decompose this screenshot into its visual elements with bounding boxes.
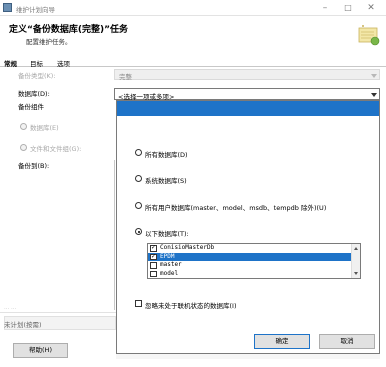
ok-button[interactable]: 确定 [254,334,310,349]
file-component-label: 文件和文件组(G): [30,145,82,153]
database-label: 数据库(D): [18,90,50,98]
page-title: 定义“备份数据库(完整)”任务 [9,25,129,35]
database-selection-dropdown: 所有数据库(D) 系统数据库(S) 所有用户数据库(master、model、m… [116,100,380,354]
ignore-offline-checkbox[interactable] [135,300,142,307]
database-name: EPDM [160,252,175,260]
all-databases-label: 所有数据库(D) [145,151,188,159]
wizard-header: 定义“备份数据库(完整)”任务 配置维护任务。 [0,16,386,54]
list-item[interactable]: master [148,261,352,270]
backup-component-label: 备份组件 [18,103,44,111]
tab-target[interactable]: 目标 [30,58,43,68]
scroll-up-icon[interactable] [354,247,358,250]
help-button[interactable]: 帮助(H) [13,343,68,358]
chevron-down-icon [371,74,377,78]
app-icon [3,3,12,12]
title-bar: 维护计划向导 – □ ✕ [0,0,386,16]
database-checkbox[interactable] [150,270,157,277]
database-component-label: 数据库(E) [30,124,59,132]
tab-general[interactable]: 常规 [4,58,17,68]
wizard-logo-icon [358,25,380,46]
dropdown-header-band [117,101,379,116]
all-databases-radio[interactable] [135,149,142,156]
scroll-down-icon[interactable] [354,272,358,275]
user-databases-label: 所有用户数据库(master、model、msdb、tempdb 除外)(U) [145,204,327,212]
schedule-text: 未计划(按需) [4,321,42,329]
list-item[interactable]: ConisioMasterDb [148,244,352,253]
list-item[interactable]: model [148,270,352,279]
database-name: model [160,269,179,277]
following-databases-label: 以下数据库(T): [145,230,189,238]
maximize-button[interactable]: □ [336,2,360,14]
database-checkbox[interactable] [150,253,157,260]
database-name: ConisioMasterDb [160,244,215,251]
window-title: 维护计划向导 [16,6,55,14]
divider [0,312,116,313]
list-item[interactable]: EPDM [148,252,352,261]
backup-type-combo[interactable]: 完整 [114,69,380,81]
bottom-strip [116,354,380,359]
database-combo[interactable]: <选择一项或多项> [114,88,380,101]
database-name: master [160,261,182,268]
backup-to-label: 备份到(B): [18,162,50,170]
tab-strip: 常规 目标 选项 [0,57,386,68]
database-component-radio[interactable] [20,123,27,130]
system-databases-label: 系统数据库(S) [145,177,187,185]
close-button[interactable]: ✕ [359,2,383,14]
database-checkbox[interactable] [150,262,157,269]
list-scrollbar[interactable] [351,244,360,278]
user-databases-radio[interactable] [135,202,142,209]
tab-options[interactable]: 选项 [57,58,70,68]
file-component-radio[interactable] [20,144,27,151]
minimize-button[interactable]: – [313,2,337,14]
cancel-button[interactable]: 取消 [319,334,375,349]
backup-type-label: 备份类型(K): [18,72,56,80]
chevron-down-icon [371,93,377,97]
database-list[interactable]: ConisioMasterDb EPDM master model [147,243,361,279]
backup-type-value: 完整 [119,73,132,81]
page-subtitle: 配置维护任务。 [26,38,72,46]
system-databases-radio[interactable] [135,175,142,182]
following-databases-radio[interactable] [135,228,142,235]
database-checkbox[interactable] [150,244,157,252]
ignore-offline-label: 忽略未处于联机状态的数据库(I) [145,302,237,310]
